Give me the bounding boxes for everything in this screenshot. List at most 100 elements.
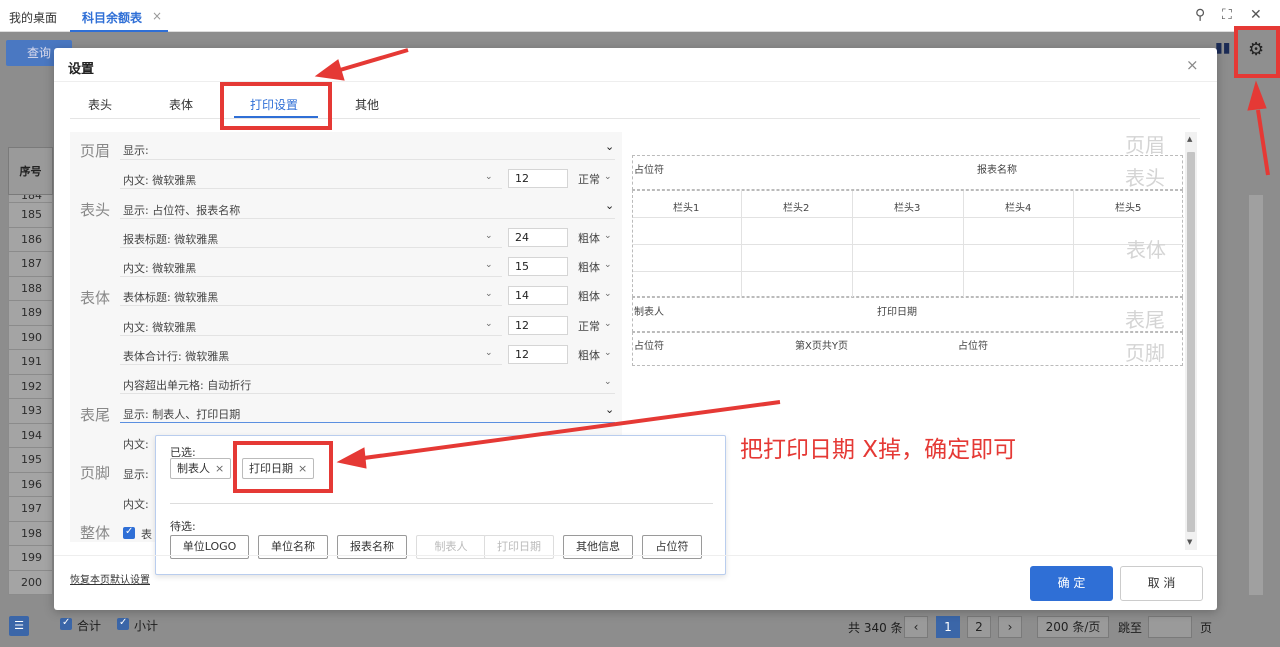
preview-grid-line — [633, 271, 1184, 272]
body-total-font-select[interactable]: 表体合计行: 微软雅黑 — [123, 348, 229, 364]
chevron-down-icon[interactable]: ⌄ — [604, 231, 612, 241]
search-icon[interactable]: ⚲ — [1195, 7, 1205, 23]
chevron-down-icon[interactable]: ⌄ — [604, 289, 612, 299]
preview-grid-line — [963, 191, 964, 297]
close-window-icon[interactable]: ✕ — [1250, 7, 1262, 23]
body-content-size-input[interactable]: 12 — [508, 316, 568, 335]
preview-scrollbar[interactable]: ▲ ▼ — [1185, 132, 1197, 550]
ok-button[interactable]: 确 定 — [1030, 566, 1113, 601]
row-divider — [120, 305, 502, 306]
preview-report-name: 报表名称 — [977, 165, 1017, 176]
page-unit-label: 页 — [1200, 621, 1213, 635]
table-row: 191 — [8, 350, 53, 375]
restore-defaults-link[interactable]: 恢复本页默认设置 — [70, 571, 150, 586]
body-total-weight-select[interactable]: 粗体 — [578, 347, 600, 363]
row-divider — [120, 335, 502, 336]
chevron-down-icon[interactable]: ⌄ — [604, 348, 612, 358]
whole-checkbox[interactable] — [123, 526, 135, 539]
page-2-button[interactable]: 2 — [967, 616, 991, 638]
body-title-font-select[interactable]: 表体标题: 微软雅黑 — [123, 289, 218, 305]
chevron-down-icon[interactable]: ⌄ — [485, 231, 493, 241]
table-row: 189 — [8, 301, 53, 326]
menu-icon[interactable]: ☰ — [9, 616, 29, 636]
tab-body[interactable]: 表体 — [169, 96, 193, 113]
footer-content-select[interactable]: 内文: — [123, 436, 149, 452]
body-total-size-input[interactable]: 12 — [508, 345, 568, 364]
chevron-down-icon[interactable]: ⌄ — [605, 199, 614, 212]
table-row: 194 — [8, 423, 53, 448]
close-icon[interactable]: × — [1186, 56, 1199, 74]
chevron-down-icon[interactable]: ⌄ — [485, 319, 493, 329]
chevron-down-icon[interactable]: ⌄ — [604, 172, 612, 182]
prev-page-button[interactable]: ‹ — [904, 616, 928, 638]
title-display-select[interactable]: 显示: 占位符、报表名称 — [123, 202, 240, 218]
report-title-weight-select[interactable]: 粗体 — [578, 230, 600, 246]
tab-subject-balance[interactable]: 科目余额表 — [82, 9, 142, 26]
page-footer-display-select[interactable]: 显示: — [123, 466, 149, 482]
subtotal-checkbox[interactable] — [117, 617, 129, 630]
page-1-button[interactable]: 1 — [936, 616, 960, 638]
dialog-title: 设置 — [68, 62, 95, 77]
title-content-font-select[interactable]: 内文: 微软雅黑 — [123, 260, 196, 276]
title-content-size-input[interactable]: 15 — [508, 257, 568, 276]
settings-highlight-box: ⚙ — [1234, 26, 1280, 78]
chevron-down-icon[interactable]: ⌄ — [485, 348, 493, 358]
gear-icon[interactable]: ⚙ — [1248, 41, 1266, 59]
chevron-down-icon[interactable]: ⌄ — [605, 140, 614, 153]
remove-maker-icon[interactable]: × — [215, 462, 224, 475]
report-title-font-select[interactable]: 报表标题: 微软雅黑 — [123, 231, 218, 247]
chevron-down-icon[interactable]: ⌄ — [485, 289, 493, 299]
preview-grid-line — [1073, 191, 1074, 297]
body-content-weight-select[interactable]: 正常 — [578, 318, 600, 334]
section-whole: 整体 — [80, 524, 111, 542]
body-title-weight-select[interactable]: 粗体 — [578, 288, 600, 304]
section-title: 表头 — [80, 201, 111, 219]
row-divider — [120, 276, 502, 277]
row-divider — [120, 188, 502, 189]
page-header-weight-select[interactable]: 正常 — [578, 171, 600, 187]
overflow-select[interactable]: 内容超出单元格: 自动折行 — [123, 377, 251, 393]
chevron-down-icon[interactable]: ⌄ — [485, 172, 493, 182]
selected-chip-maker: 制表人 × — [170, 458, 232, 479]
title-content-weight-select[interactable]: 粗体 — [578, 259, 600, 275]
footer-display-select[interactable]: 显示: 制表人、打印日期 — [123, 406, 240, 422]
body-title-size-input[interactable]: 14 — [508, 286, 568, 305]
page-size-select[interactable]: 200 条/页 — [1037, 616, 1109, 638]
row-divider — [120, 393, 615, 394]
tab-other[interactable]: 其他 — [355, 96, 379, 113]
goto-page-input[interactable] — [1148, 616, 1192, 638]
preview-scroll-thumb[interactable] — [1187, 152, 1195, 532]
table-row: 184 — [8, 195, 53, 203]
scroll-up-icon[interactable]: ▲ — [1187, 135, 1192, 143]
fullscreen-icon[interactable]: ⛶ — [1222, 7, 1232, 23]
subtotal-label: 小计 — [134, 619, 159, 633]
row-divider — [120, 159, 615, 160]
annotation-text: 把打印日期 X掉，确定即可 — [740, 437, 1017, 463]
page-header-font-select[interactable]: 内文: 微软雅黑 — [123, 172, 196, 188]
chevron-down-icon[interactable]: ⌄ — [604, 377, 612, 387]
scroll-down-icon[interactable]: ▼ — [1187, 538, 1192, 546]
preview-page-header-tag: 页眉 — [1125, 133, 1165, 157]
report-title-size-input[interactable]: 24 — [508, 228, 568, 247]
cancel-button[interactable]: 取 消 — [1120, 566, 1203, 601]
tab-header[interactable]: 表头 — [88, 96, 112, 113]
chevron-down-icon[interactable]: ⌄ — [485, 260, 493, 270]
table-header-index: 序号 — [8, 147, 53, 195]
body-content-font-select[interactable]: 内文: 微软雅黑 — [123, 319, 196, 335]
table-row: 197 — [8, 497, 53, 522]
page-header-display-select[interactable]: 显示: — [123, 142, 149, 158]
page-footer-content-select[interactable]: 内文: — [123, 496, 149, 512]
table-row: 195 — [8, 448, 53, 473]
chevron-up-icon[interactable]: ⌄ — [605, 403, 614, 416]
chevron-down-icon[interactable]: ⌄ — [604, 260, 612, 270]
chevron-down-icon[interactable]: ⌄ — [604, 319, 612, 329]
table-row: 198 — [8, 521, 53, 546]
background-scrollbar[interactable] — [1249, 195, 1263, 595]
total-checkbox[interactable] — [60, 617, 72, 630]
next-page-button[interactable]: › — [998, 616, 1022, 638]
chart-icon[interactable]: ▮▮ — [1215, 40, 1230, 56]
page-header-size-input[interactable]: 12 — [508, 169, 568, 188]
tab-my-desktop[interactable]: 我的桌面 — [9, 9, 57, 26]
table-row: 187 — [8, 252, 53, 277]
close-tab-icon[interactable]: × — [152, 9, 162, 23]
